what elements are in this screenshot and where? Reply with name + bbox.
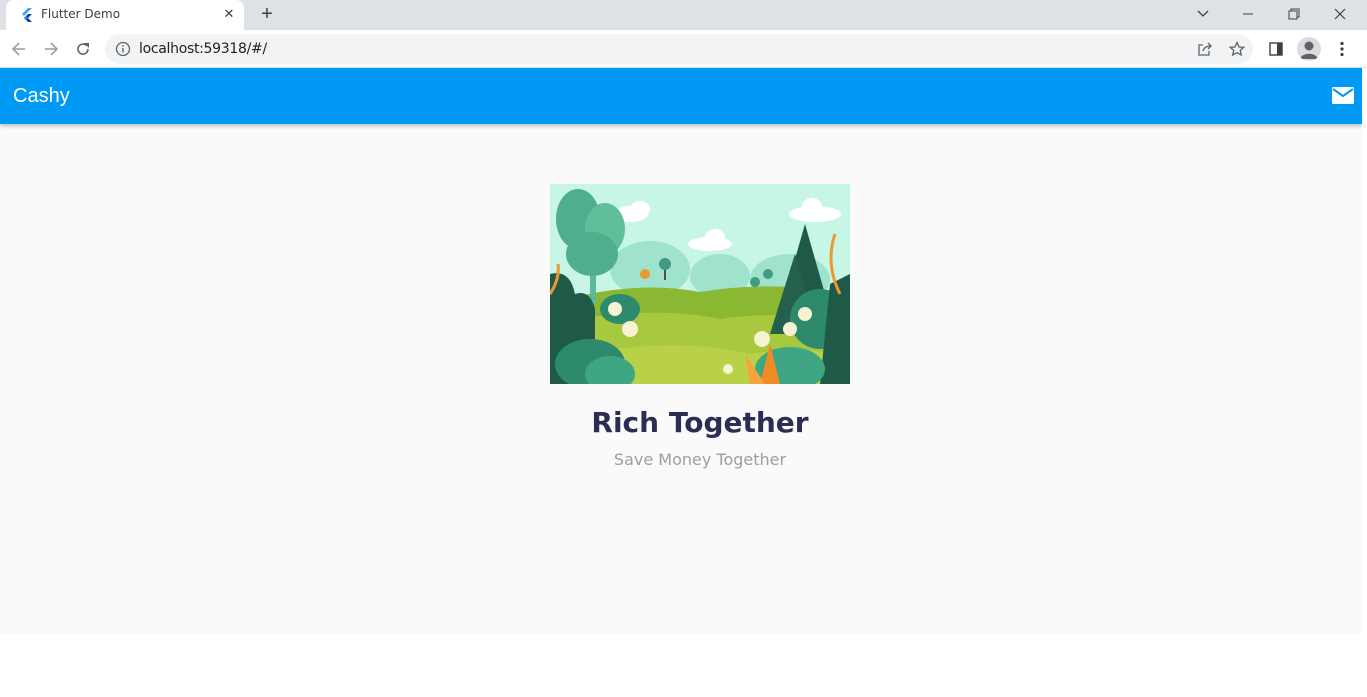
app-title: Cashy — [13, 85, 70, 107]
scroll-edge — [1362, 68, 1367, 634]
hero-subtitle: Save Money Together — [613, 450, 787, 469]
back-icon[interactable] — [6, 36, 32, 62]
menu-icon[interactable] — [1332, 39, 1352, 59]
profile-icon[interactable] — [1297, 37, 1321, 61]
new-tab-button[interactable]: + — [256, 3, 278, 25]
share-icon[interactable] — [1196, 40, 1214, 58]
reload-icon[interactable] — [70, 36, 96, 62]
hero-title: Rich Together — [591, 406, 809, 439]
address-bar[interactable]: localhost:59318/#/ — [105, 34, 1253, 64]
forward-icon[interactable] — [38, 36, 64, 62]
landscape-illustration — [550, 184, 850, 384]
flutter-logo-icon — [22, 8, 32, 22]
bookmark-star-icon[interactable] — [1228, 40, 1246, 58]
tab-search-icon[interactable] — [1180, 0, 1226, 28]
close-icon[interactable] — [1317, 0, 1363, 28]
site-info-icon[interactable] — [115, 41, 131, 57]
app-viewport: Cashy Rich Together Save Money Together — [0, 68, 1362, 634]
minimize-icon[interactable] — [1225, 0, 1271, 28]
tab-close-icon[interactable]: ✕ — [221, 6, 237, 22]
side-panel-icon[interactable] — [1266, 39, 1286, 59]
blank-area — [0, 634, 1367, 697]
url-text: localhost:59318/#/ — [139, 41, 267, 57]
tab-title: Flutter Demo — [41, 7, 121, 21]
mail-icon[interactable] — [1330, 84, 1356, 108]
app-bar: Cashy — [0, 68, 1362, 124]
browser-toolbar: localhost:59318/#/ — [0, 30, 1367, 68]
browser-tab[interactable]: Flutter Demo ✕ — [6, 0, 244, 30]
restore-icon[interactable] — [1271, 0, 1317, 28]
tab-strip: Flutter Demo ✕ + — [0, 0, 1367, 30]
